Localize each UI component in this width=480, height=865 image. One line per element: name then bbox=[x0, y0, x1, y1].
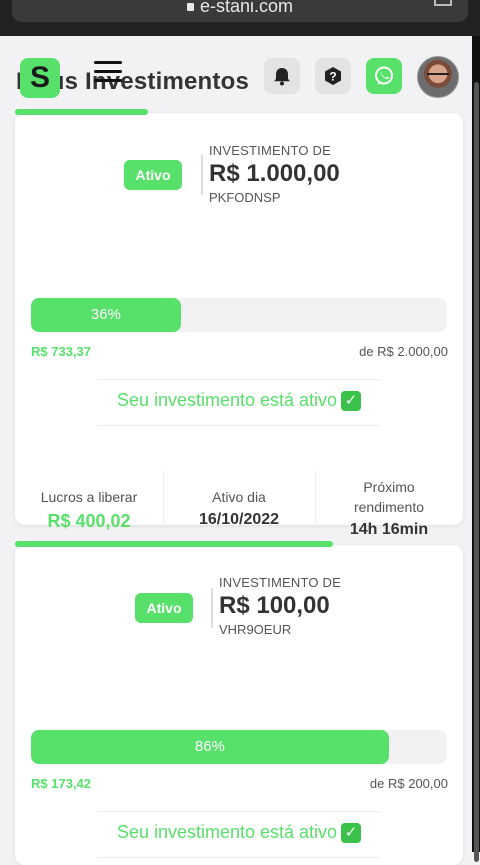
address-bar[interactable]: e-stani.com bbox=[12, 0, 468, 22]
divider bbox=[97, 379, 381, 380]
investment-code: PKFODNSP bbox=[209, 190, 281, 205]
profit-current: R$ 173,42 bbox=[31, 776, 91, 791]
check-icon: ✓ bbox=[341, 391, 362, 412]
profit-target: de R$ 2.000,00 bbox=[359, 344, 448, 359]
status-badge: Ativo bbox=[135, 593, 193, 623]
scrollbar-track[interactable] bbox=[472, 36, 480, 862]
scrollbar-thumb[interactable] bbox=[474, 82, 479, 862]
page-content: Meus Investimentos S ? Ativo INVESTIMENT… bbox=[0, 36, 472, 865]
status-badge: Ativo bbox=[124, 160, 182, 190]
stat-value: 16/10/2022 bbox=[198, 511, 280, 528]
vertical-divider bbox=[201, 155, 203, 195]
stat-label: Lucros a liberar bbox=[40, 489, 138, 505]
progress-bar: 86% bbox=[31, 730, 447, 764]
help-button[interactable]: ? bbox=[315, 58, 351, 94]
user-avatar[interactable] bbox=[417, 56, 459, 98]
investment-card: Ativo INVESTIMENTO DE R$ 100,00 VHR9OEUR… bbox=[15, 541, 463, 865]
lock-icon bbox=[186, 3, 194, 12]
stat-value: 14h 16min bbox=[349, 521, 429, 538]
profit-target: de R$ 200,00 bbox=[369, 776, 448, 791]
progress-fill: 86% bbox=[31, 730, 389, 764]
avatar-photo bbox=[427, 73, 449, 80]
stat-label: Ativo dia bbox=[212, 489, 266, 505]
investment-code: VHR9OEUR bbox=[219, 622, 292, 637]
help-icon: ? bbox=[325, 67, 341, 85]
check-icon: ✓ bbox=[341, 823, 362, 844]
stat-label: Próximo rendimento bbox=[353, 479, 425, 515]
status-message-text: Seu investimento está ativo bbox=[116, 390, 338, 410]
bell-icon bbox=[274, 68, 290, 86]
investment-amount: R$ 100,00 bbox=[219, 592, 330, 619]
browser-toolbar: e-stani.com bbox=[0, 0, 480, 36]
whatsapp-icon bbox=[375, 66, 393, 85]
app-logo[interactable]: S bbox=[20, 58, 60, 98]
vertical-divider bbox=[211, 588, 213, 628]
menu-icon[interactable] bbox=[94, 61, 122, 83]
progress-bar: 36% bbox=[31, 298, 447, 332]
investment-label: INVESTIMENTO DE bbox=[219, 575, 341, 590]
card-accent-bar bbox=[15, 541, 333, 547]
notifications-button[interactable] bbox=[264, 58, 300, 94]
status-message: Seu investimento está ativo ✓ bbox=[15, 390, 463, 412]
profit-current: R$ 733,37 bbox=[31, 344, 91, 359]
progress-fill: 36% bbox=[31, 298, 181, 332]
status-message-text: Seu investimento está ativo bbox=[116, 822, 338, 842]
stat-value: R$ 400,02 bbox=[47, 511, 131, 531]
investment-label: INVESTIMENTO DE bbox=[209, 143, 331, 158]
share-icon[interactable] bbox=[434, 0, 452, 6]
card-accent-bar bbox=[15, 109, 148, 115]
divider bbox=[97, 857, 381, 858]
svg-text:?: ? bbox=[329, 70, 336, 84]
address-bar-url: e-stani.com bbox=[199, 0, 294, 16]
whatsapp-button[interactable] bbox=[366, 58, 402, 94]
divider bbox=[97, 811, 381, 812]
status-message: Seu investimento está ativo ✓ bbox=[15, 822, 463, 844]
investment-amount: R$ 1.000,00 bbox=[209, 160, 340, 187]
divider bbox=[97, 425, 381, 426]
investment-card: Ativo INVESTIMENTO DE R$ 1.000,00 PKFODN… bbox=[15, 109, 463, 555]
